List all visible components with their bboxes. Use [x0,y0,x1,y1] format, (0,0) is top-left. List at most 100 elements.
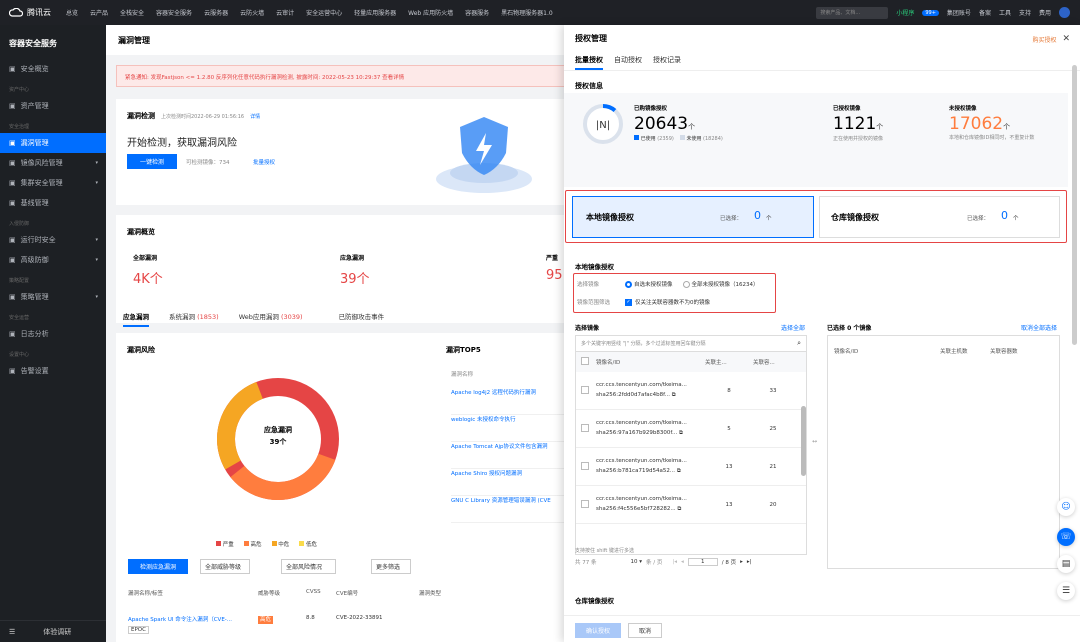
drawer-scrollbar[interactable] [1072,65,1077,345]
sidebar-item[interactable]: ▣ 集群安全管理 ▾ [0,173,106,193]
check-emergency-button[interactable]: 检测应急漏洞 [128,559,188,574]
survey-entry[interactable]: ☰ 体验调研 [0,620,106,642]
top-nav-item[interactable]: 安全运营中心 [300,8,348,17]
image-scope-box [573,273,776,313]
top5-item[interactable]: GNU C Library 资源管理错误漏洞 (CVE [451,496,568,523]
sidebar-item[interactable]: ▣ 镜像风险管理 ▾ [0,153,106,173]
tab-batch-auth[interactable]: 批量授权 [575,55,603,70]
record-link[interactable]: 备案 [979,8,991,17]
clear-all-link[interactable]: 取消全部选择 [1021,323,1057,332]
sidebar-item[interactable]: ▣ 安全概览 [0,59,106,79]
table-row[interactable]: ccr.ccs.tencentyun.com/tkeima... sha256:9… [576,410,806,448]
filter-checkbox[interactable]: ✓ 仅关注关联容器数不为0的镜像 [625,298,710,306]
top-nav-item[interactable]: 云审计 [270,8,300,17]
page-input[interactable]: 1 [687,558,718,566]
tab-system[interactable]: 系统漏洞 (1853) [169,311,219,327]
sidebar-item[interactable]: ▣ 资产管理 [0,96,106,116]
collapse-icon[interactable]: ☰ [9,628,15,636]
sidebar-item[interactable]: ▣ 基线管理 [0,193,106,213]
top-nav-item[interactable]: Web 应用防火墙 [402,8,459,17]
tab-emergency[interactable]: 应急漏洞 [123,311,149,327]
mini-program-link[interactable]: 小程序 [896,8,914,17]
tab-auto-auth[interactable]: 自动授权 [614,55,642,70]
sidebar-item[interactable]: ▣ 漏洞管理 [0,133,106,153]
list-icon[interactable]: ☰ [1057,582,1075,600]
top5-item[interactable]: Apache Shiro 授权问题漏洞 [451,469,568,496]
billing-menu[interactable]: 费用 [1039,8,1051,17]
last-page-icon[interactable]: ▸| [747,559,752,565]
feedback-icon[interactable]: ☺ [1057,498,1075,516]
sidebar-title: 容器安全服务 [9,39,57,48]
tab-defended[interactable]: 已防御攻击事件 [339,311,385,327]
stat-all[interactable]: 全部漏洞 4K个 [133,253,163,287]
top5-item[interactable]: weblogic 未授权命令执行 [451,415,568,442]
local-auth-card[interactable]: 本地镜像授权 已选择： 0 个 [572,196,814,238]
top-nav-item[interactable]: 全栈安全 [114,8,150,17]
buy-auth-link[interactable]: 购买授权 [1032,35,1056,44]
select-all-link[interactable]: 选择全部 [781,323,805,332]
page-size-select[interactable]: 10 ▾ [631,559,643,565]
table-row[interactable]: ccr.ccs.tencentyun.com/tkeima... sha256:f… [576,486,806,524]
table-row[interactable]: ccr.ccs.tencentyun.com/tkeima... sha256:b… [576,448,806,486]
support-menu[interactable]: 支持 [1019,8,1031,17]
level-badge: 高危 [258,616,274,624]
table-row[interactable]: Apache Spark UI 命令注入漏洞（CVE-... EPOC 高危 8.… [128,615,568,634]
top-nav-item[interactable]: 总览 [60,8,84,17]
account-menu[interactable]: 集团账号 [947,8,971,17]
avatar[interactable] [1059,7,1070,18]
copy-icon[interactable]: ⧉ [677,506,681,512]
stat-emergency[interactable]: 应急漏洞 39个 [340,253,370,287]
search-icon[interactable]: ⌕ [797,339,801,348]
first-page-icon[interactable]: |◂ [672,559,677,565]
brand-logo[interactable]: 腾讯云 [0,7,60,18]
image-search-input[interactable]: 多个关键字用竖线 "|" 分隔，多个过滤标签用回车键分隔 ⌕ [576,336,806,352]
radio-all-unauthorized[interactable]: 全部未授权镜像（16234） [682,280,759,288]
top-nav-item[interactable]: 云产品 [84,8,114,17]
cancel-button[interactable]: 取消 [628,623,662,638]
top-nav-item[interactable]: 轻量应用服务器 [348,8,402,17]
sidebar-item[interactable]: ▣ 日志分析 [0,324,106,344]
risk-select[interactable]: 全部风险情况 [281,559,336,574]
top-nav-item[interactable]: 黑石物理服务器1.0 [495,8,559,17]
sidebar-item[interactable]: ▣ 告警设置 [0,361,106,381]
top-nav-item[interactable]: 容器安全服务 [150,8,198,17]
row-checkbox[interactable] [581,385,589,394]
table-row[interactable]: ccr.ccs.tencentyun.com/tkeima... sha256:2… [576,372,806,410]
stat-critical[interactable]: 严重 95 [546,253,563,283]
prev-page-icon[interactable]: ◂ [681,559,684,565]
row-checkbox[interactable] [581,461,589,470]
tab-web[interactable]: Web应用漏洞 (3039) [239,311,303,327]
list-scrollbar[interactable] [801,406,806,476]
global-search-input[interactable]: 搜索产品、文档... [816,6,889,19]
vuln-name-link[interactable]: Apache Spark UI 命令注入漏洞（CVE-... [128,617,232,623]
sidebar-item[interactable]: ▣ 高级防御 ▾ [0,250,106,270]
message-badge[interactable]: 99+ [922,9,939,16]
scan-detail-link[interactable]: 详情 [250,113,260,120]
tab-auth-record[interactable]: 授权记录 [653,55,681,70]
next-page-icon[interactable]: ▸ [740,559,743,565]
confirm-auth-button[interactable]: 确认授权 [575,623,621,638]
top5-item[interactable]: Apache Tomcat Ajp协议文件包含漏洞 [451,442,568,469]
top-nav-item[interactable]: 容器服务 [459,8,495,17]
book-icon[interactable]: ▤ [1057,555,1075,573]
close-icon[interactable]: ✕ [1062,34,1070,44]
copy-icon[interactable]: ⧉ [672,392,676,398]
top-nav-item[interactable]: 云服务器 [198,8,234,17]
one-click-scan-button[interactable]: 一键检测 [127,154,177,169]
copy-icon[interactable]: ⧉ [679,430,683,436]
top-nav-item[interactable]: 云防火墙 [234,8,270,17]
headset-icon[interactable]: ☏ [1057,528,1075,546]
row-checkbox[interactable] [581,499,589,508]
more-filter-select[interactable]: 更多筛选 [371,559,411,574]
sidebar-item[interactable]: ▣ 策略管理 ▾ [0,287,106,307]
menu-icon: ▣ [9,65,16,73]
row-checkbox[interactable] [581,423,589,432]
level-select[interactable]: 全部威胁等级 [200,559,250,574]
tools-menu[interactable]: 工具 [999,8,1011,17]
top5-item[interactable]: Apache log4j2 远程代码执行漏洞 [451,388,568,415]
batch-auth-link[interactable]: 批量授权 [253,158,275,166]
radio-self-select[interactable]: 自选未授权镜像 [625,280,673,288]
copy-icon[interactable]: ⧉ [677,468,681,474]
repo-auth-card[interactable]: 仓库镜像授权 已选择： 0 个 [819,196,1060,238]
sidebar-item[interactable]: ▣ 运行时安全 ▾ [0,230,106,250]
